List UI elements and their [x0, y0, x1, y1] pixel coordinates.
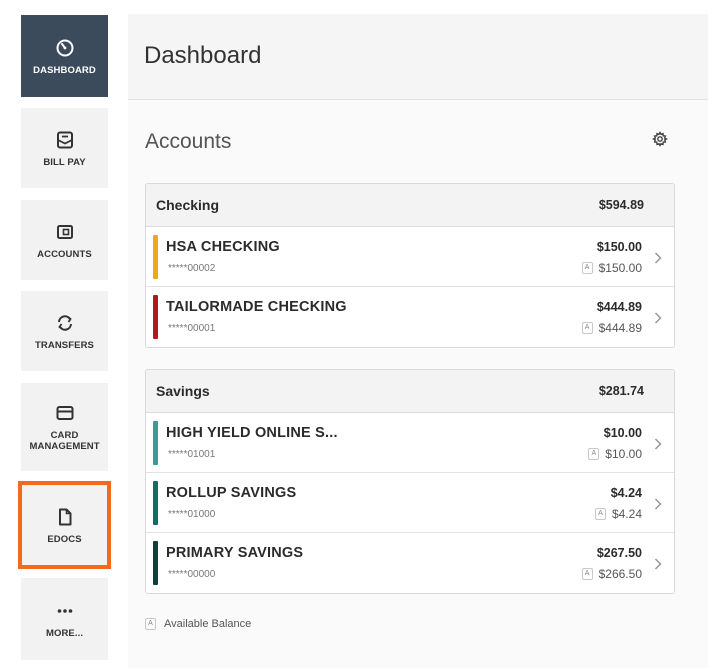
page-title: Dashboard [144, 42, 262, 69]
chevron-right-icon [654, 251, 662, 264]
savings-group-header[interactable]: Savings $281.74 [146, 370, 674, 413]
nav-dashboard-label: DASHBOARD [33, 64, 96, 76]
document-icon [54, 506, 76, 528]
available-balance: A $10.00 [588, 447, 642, 461]
page-header: Dashboard [128, 14, 708, 100]
available-badge: A [588, 448, 600, 460]
bill-icon [54, 129, 76, 151]
nav-transfers[interactable]: TRANSFERS [21, 291, 108, 371]
available-balance: A $266.50 [581, 567, 642, 581]
nav-more[interactable]: MORE... [21, 578, 108, 660]
card-icon [54, 402, 76, 424]
account-row[interactable]: ROLLUP SAVINGS *****01000 $4.24 A $4.24 [146, 473, 674, 533]
nav-transfers-label: TRANSFERS [35, 339, 94, 351]
group-name: Savings [156, 383, 210, 399]
available-balance: A $150.00 [581, 261, 642, 275]
account-name: HIGH YIELD ONLINE S... [166, 425, 338, 441]
account-row[interactable]: HSA CHECKING *****00002 $150.00 A $150.00 [146, 227, 674, 287]
available-badge: A [581, 568, 593, 580]
account-name: ROLLUP SAVINGS [166, 485, 297, 501]
chevron-right-icon [654, 497, 662, 510]
available-balance: A $444.89 [581, 321, 642, 335]
account-balance: $150.00 [596, 240, 642, 254]
account-balance: $10.00 [603, 426, 642, 440]
more-icon [54, 600, 76, 622]
legend-label: Available Balance [164, 618, 252, 630]
account-color-bar [153, 235, 158, 279]
account-color-bar [153, 541, 158, 585]
available-amount: $444.89 [598, 321, 642, 335]
account-name: TAILORMADE CHECKING [166, 299, 347, 315]
account-number: *****00000 [168, 569, 216, 580]
group-total: $594.89 [598, 198, 644, 212]
nav-edocs-label: EDOCS [47, 533, 82, 545]
account-row[interactable]: HIGH YIELD ONLINE S... *****01001 $10.00… [146, 413, 674, 473]
available-badge: A [145, 618, 156, 630]
available-badge: A [594, 508, 606, 520]
transfer-icon [54, 312, 76, 334]
checking-group-header[interactable]: Checking $594.89 [146, 184, 674, 227]
group-name: Checking [156, 197, 220, 213]
available-badge: A [581, 262, 593, 274]
accounts-title: Accounts [145, 130, 232, 153]
available-badge: A [581, 322, 593, 334]
account-color-bar [153, 481, 158, 525]
account-number: *****01001 [168, 449, 216, 460]
nav-accounts-label: ACCOUNTS [37, 248, 92, 260]
available-amount: $10.00 [605, 447, 642, 461]
account-number: *****00002 [168, 263, 216, 274]
account-name: PRIMARY SAVINGS [166, 545, 304, 561]
account-balance: $4.24 [610, 486, 642, 500]
nav-accounts[interactable]: ACCOUNTS [21, 200, 108, 280]
account-name: HSA CHECKING [166, 239, 280, 255]
nav-card-management-label: CARD MANAGEMENT [29, 430, 100, 452]
nav-dashboard[interactable]: DASHBOARD [21, 15, 108, 97]
group-total: $281.74 [598, 384, 644, 398]
gear-icon[interactable] [652, 131, 668, 147]
chevron-right-icon [654, 437, 662, 450]
nav-edocs[interactable]: EDOCS [18, 481, 111, 569]
nav-card-management[interactable]: CARD MANAGEMENT [21, 383, 108, 471]
nav-bill-pay-label: BILL PAY [43, 156, 86, 168]
account-balance: $267.50 [596, 546, 642, 560]
account-number: *****01000 [168, 509, 216, 520]
checking-group: Checking $594.89 HSA CHECKING *****00002… [145, 183, 675, 348]
available-balance-legend: A Available Balance [145, 618, 251, 630]
nav-bill-pay[interactable]: BILL PAY [21, 108, 108, 188]
available-amount: $4.24 [611, 507, 642, 521]
savings-group: Savings $281.74 HIGH YIELD ONLINE S... *… [145, 369, 675, 594]
gauge-icon [54, 37, 76, 59]
nav-more-label: MORE... [45, 627, 84, 639]
account-color-bar [153, 295, 158, 339]
available-balance: A $4.24 [594, 507, 642, 521]
account-row[interactable]: PRIMARY SAVINGS *****00000 $267.50 A $266… [146, 533, 674, 593]
account-number: *****00001 [168, 323, 216, 334]
wallet-icon [54, 221, 76, 243]
available-amount: $150.00 [598, 261, 642, 275]
account-row[interactable]: TAILORMADE CHECKING *****00001 $444.89 A… [146, 287, 674, 347]
chevron-right-icon [654, 557, 662, 570]
account-balance: $444.89 [596, 300, 642, 314]
chevron-right-icon [654, 311, 662, 324]
account-color-bar [153, 421, 158, 465]
available-amount: $266.50 [598, 567, 642, 581]
